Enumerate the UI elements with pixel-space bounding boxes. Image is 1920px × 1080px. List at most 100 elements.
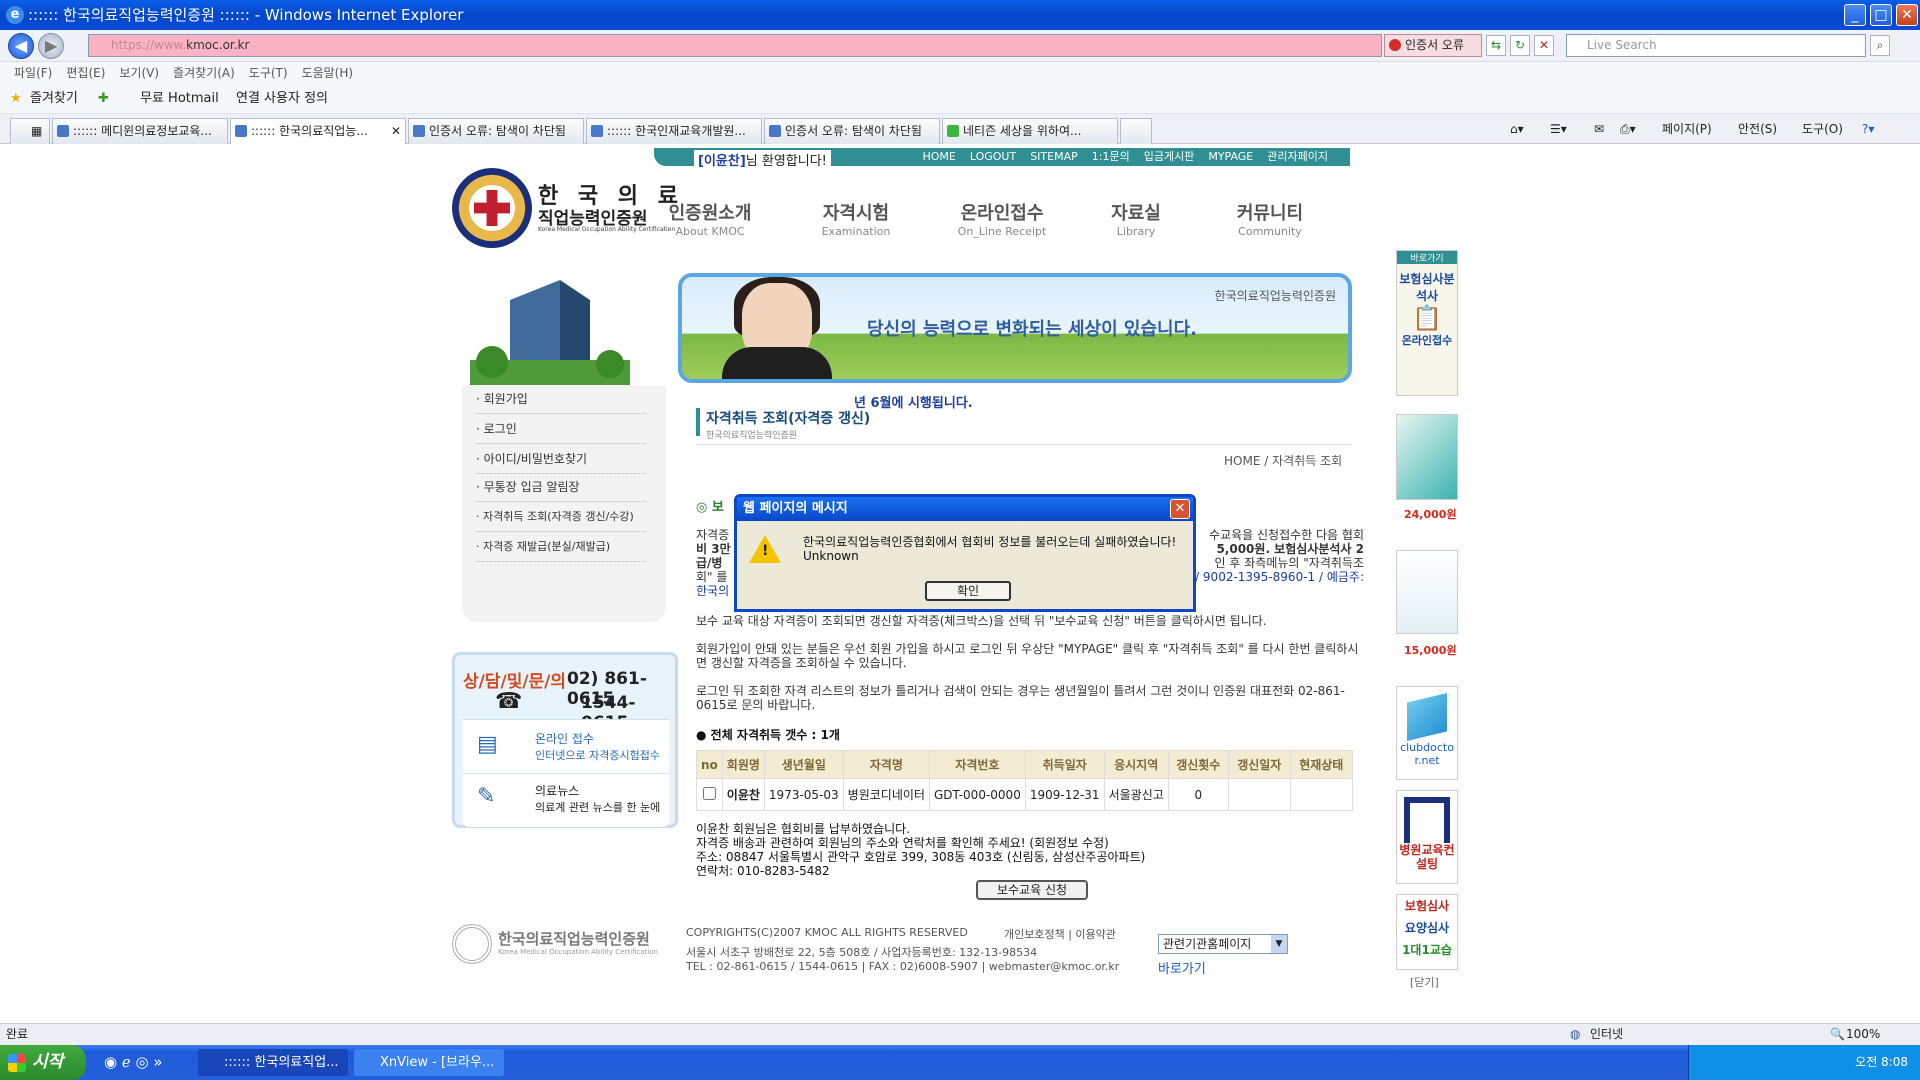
tab-favicon	[57, 125, 69, 137]
row-checkbox[interactable]	[702, 786, 716, 800]
mail-icon[interactable]: ✉	[1594, 114, 1604, 144]
go-link[interactable]: 바로가기	[1158, 958, 1206, 977]
tab-2-active[interactable]: :::::: 한국의료직업능... ✕	[230, 118, 406, 145]
ad-book-1[interactable]	[1396, 414, 1458, 500]
related-sites-select[interactable]: 관련기관홈페이지 ▼	[1158, 934, 1288, 954]
mainnav-about[interactable]: 인증원소개 About KMOC	[650, 199, 770, 238]
tab-6[interactable]: 네티즌 세상을 위하여...	[942, 118, 1118, 144]
contact-line: 연락처: 010-8283-5482	[696, 864, 830, 878]
nav-sitemap-link[interactable]: SITEMAP	[1030, 150, 1078, 163]
back-button[interactable]: ◀	[8, 33, 34, 59]
nav-home-link[interactable]: HOME	[922, 150, 955, 163]
maximize-button[interactable]: □	[1870, 4, 1892, 26]
sidemenu-login[interactable]: · 로그인	[476, 416, 646, 444]
medical-news-link[interactable]: ✎ 의료뉴스 의료계 관련 뉴스를 한 눈에	[463, 773, 669, 827]
stop-icon[interactable]: ✕	[1534, 35, 1554, 56]
main-banner: 당신의 능력으로 변화되는 세상이 있습니다. 한국의료직업능력인증원	[678, 273, 1352, 383]
zoom-level[interactable]: 100%	[1846, 1024, 1880, 1045]
dialog-close-button[interactable]: ✕	[1170, 499, 1190, 519]
sidemenu-label: 아이디/비밀번호찾기	[483, 452, 588, 466]
compat-view-icon[interactable]: ⇆	[1486, 35, 1506, 56]
footer-links[interactable]: 개인보호정책 | 이용약관	[1004, 926, 1116, 942]
kmoc-logo[interactable]	[452, 168, 532, 248]
search-input[interactable]: Live Search	[1566, 34, 1866, 57]
close-ad-link[interactable]: [닫기]	[1410, 974, 1439, 990]
home-icon[interactable]: ⌂▾	[1510, 114, 1524, 144]
nav-deposit-link[interactable]: 입금게시판	[1144, 150, 1195, 163]
fav-link-hotmail[interactable]: 무료 Hotmail	[140, 84, 219, 114]
help-icon[interactable]: ?▾	[1862, 114, 1874, 144]
apply-education-button[interactable]: 보수교육 신청	[976, 880, 1088, 900]
menu-tools[interactable]: 도구(T)	[249, 66, 288, 80]
close-window-button[interactable]: ✕	[1896, 4, 1918, 26]
tools-menu[interactable]: 도구(O)	[1802, 114, 1843, 144]
sidemenu-qualification[interactable]: · 자격취득 조회(자격증 갱신/수강)	[476, 504, 646, 532]
forward-button[interactable]: ▶	[38, 33, 64, 59]
mainnav-library[interactable]: 자료실 Library	[1076, 199, 1196, 238]
start-button[interactable]: 시작	[0, 1045, 86, 1080]
taskbar-xnview[interactable]: XnView - [브라우...	[354, 1049, 504, 1076]
menu-view[interactable]: 보기(V)	[119, 66, 159, 80]
feeds-icon[interactable]: ☰▾	[1550, 114, 1567, 144]
welcome-message: [이윤찬]님 환영합니다!	[694, 150, 831, 169]
safety-menu[interactable]: 안전(S)	[1738, 114, 1777, 144]
favorites-button[interactable]: 즐겨찾기	[30, 84, 78, 114]
minimize-button[interactable]: _	[1844, 4, 1866, 26]
col-renew-count: 갱신횟수	[1167, 750, 1229, 779]
address-bar[interactable]: https://www.kmoc.or.kr	[88, 34, 1382, 57]
sidemenu-deposit[interactable]: · 무통장 입금 알림장	[476, 474, 646, 502]
mainnav-label: 자격시험	[822, 203, 890, 224]
add-favorite-icon[interactable]: ✚	[98, 84, 109, 114]
mainnav-exam[interactable]: 자격시험 Examination	[796, 199, 916, 238]
cell-date: 1909-12-31	[1024, 778, 1105, 811]
sidemenu-label: 회원가입	[483, 392, 528, 406]
menu-edit[interactable]: 편집(E)	[66, 66, 105, 80]
tab-3[interactable]: 인증서 오류: 탐색이 차단됨	[408, 118, 584, 144]
ad-book-2[interactable]	[1396, 550, 1458, 634]
ad3-label: clubdoctor.net	[1400, 741, 1454, 767]
ad-clubdoctor[interactable]: clubdoctor.net	[1396, 686, 1458, 780]
taskbar-ie[interactable]: :::::: 한국의료직업...	[198, 1049, 348, 1076]
sidemenu-join[interactable]: · 회원가입	[476, 386, 646, 414]
fav-link-custom[interactable]: 연결 사용자 정의	[236, 84, 328, 114]
mainnav-receipt[interactable]: 온라인접수 On_Line Receipt	[942, 199, 1062, 238]
ad-hospital-edu[interactable]: 병원교육컨설팅	[1396, 790, 1458, 884]
dialog-ok-button[interactable]: 확인	[925, 581, 1011, 601]
dialog-message-text: 한국의료직업능력인증협회에서 협회비 정보를 불러오는데 실패하였습니다!	[803, 535, 1177, 549]
nav-admin-link[interactable]: 관리자페이지	[1267, 150, 1328, 163]
zoom-icon[interactable]: 🔍	[1830, 1024, 1845, 1045]
mainnav-sublabel: Examination	[821, 225, 891, 238]
page-menu[interactable]: 페이지(P)	[1662, 114, 1712, 144]
menu-help[interactable]: 도움말(H)	[302, 66, 354, 80]
menu-file[interactable]: 파일(F)	[14, 66, 52, 80]
footer-logo-en: Korea Medical Occupation Ability Certifi…	[498, 948, 659, 956]
title-divider	[696, 444, 1352, 445]
certificate-error-button[interactable]: 인증서 오류	[1384, 34, 1482, 57]
close-tab-icon[interactable]: ✕	[391, 119, 401, 143]
mainnav-community[interactable]: 커뮤니티 Community	[1210, 199, 1330, 238]
sidemenu-reissue[interactable]: · 자격증 재발급(분실/재발급)	[476, 534, 646, 562]
nav-logout-link[interactable]: LOGOUT	[970, 150, 1016, 163]
menu-favorites[interactable]: 즐겨찾기(A)	[173, 66, 235, 80]
sidemenu-find-id[interactable]: · 아이디/비밀번호찾기	[476, 446, 646, 474]
ad-insurance-analyst[interactable]: 바로가기 보험심사분석사 📋 온라인접수	[1396, 250, 1458, 396]
tab-1[interactable]: :::::: 메디윈의료정보교육...	[52, 118, 228, 144]
shortcut-label: 바로가기	[1397, 251, 1457, 264]
new-tab-button[interactable]	[1120, 118, 1152, 144]
tab-4[interactable]: :::::: 한국인재교육개발원...	[586, 118, 762, 144]
online-apply-link[interactable]: ▤ 온라인 접수 인터넷으로 자격증시험접수	[463, 719, 669, 773]
search-icon[interactable]: ⌕	[1870, 35, 1890, 56]
quick-tabs-button[interactable]: ▦	[10, 118, 50, 144]
print-icon[interactable]: ⎙▾	[1620, 114, 1636, 144]
building-image	[470, 270, 630, 385]
tab-favicon	[947, 125, 959, 137]
mainnav-sublabel: About KMOC	[675, 225, 745, 238]
quicklaunch-icons[interactable]: ◉ ℯ ◎ »	[104, 1053, 163, 1071]
cell-renew-count: 0	[1167, 778, 1229, 811]
sidemenu-label: 자격증 재발급(분실/재발급)	[483, 540, 611, 553]
nav-inquiry-link[interactable]: 1:1문의	[1092, 150, 1130, 163]
refresh-icon[interactable]: ↻	[1510, 35, 1530, 56]
tab-5[interactable]: 인증서 오류: 탐색이 차단됨	[764, 118, 940, 144]
nav-mypage-link[interactable]: MYPAGE	[1208, 150, 1253, 163]
ad-tutoring[interactable]: 보험심사 요양심사 1대1교습	[1396, 894, 1458, 970]
